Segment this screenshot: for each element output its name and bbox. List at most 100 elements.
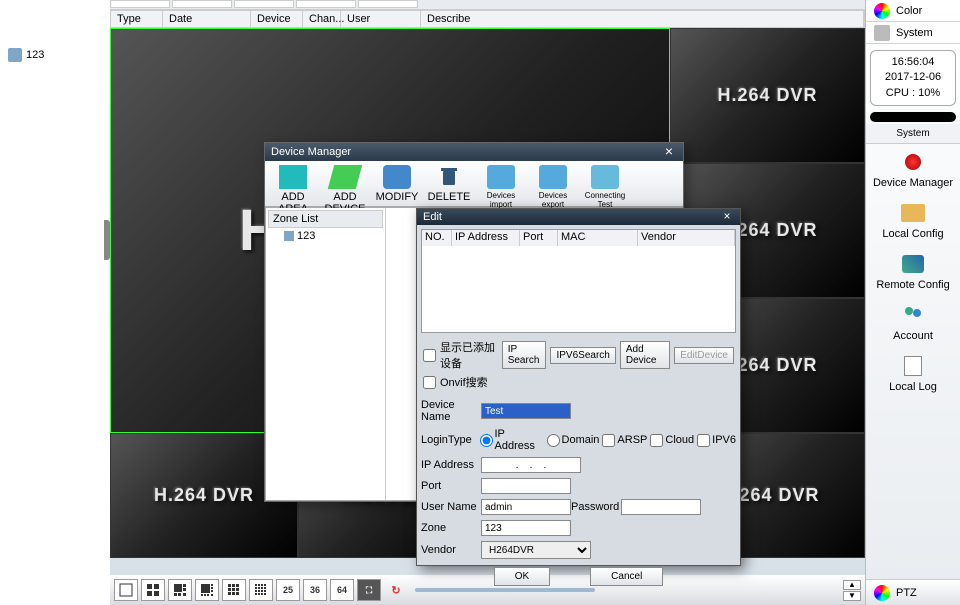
- vendor-label: Vendor: [421, 544, 481, 556]
- page-up-button[interactable]: ▲: [843, 580, 861, 590]
- export-icon: [539, 165, 567, 189]
- color-label: Color: [896, 5, 922, 17]
- dm-titlebar[interactable]: Device Manager ×: [265, 143, 683, 161]
- log-label: Local Log: [868, 381, 958, 393]
- video-cell[interactable]: H.264 DVR: [670, 28, 865, 163]
- add-device-button[interactable]: Add Device: [620, 341, 670, 369]
- zone-label: Zone: [421, 522, 481, 534]
- ip-address-input[interactable]: [481, 457, 581, 473]
- edit-device-button[interactable]: EditDevice: [674, 347, 734, 364]
- col-desc: Describe: [421, 11, 864, 27]
- view-9[interactable]: [222, 579, 246, 601]
- ptz-button[interactable]: PTZ: [866, 579, 960, 605]
- col-ip: IP Address: [452, 230, 520, 246]
- zone-icon: [284, 231, 294, 241]
- tab[interactable]: [358, 0, 418, 8]
- view-4[interactable]: [141, 579, 165, 601]
- account-button[interactable]: Account: [866, 297, 960, 348]
- tools-icon: [899, 252, 927, 276]
- system-button[interactable]: System: [866, 22, 960, 44]
- trash-icon: [435, 165, 463, 189]
- ip-search-button[interactable]: IP Search: [502, 341, 547, 369]
- color-button[interactable]: Color: [866, 0, 960, 22]
- import-icon: [487, 165, 515, 189]
- zone-item-label: 123: [297, 230, 315, 242]
- vendor-select[interactable]: H264DVR: [481, 541, 591, 559]
- login-cloud-check[interactable]: [650, 434, 663, 447]
- close-icon[interactable]: ×: [661, 145, 677, 159]
- view-6[interactable]: [168, 579, 192, 601]
- view-16[interactable]: [249, 579, 273, 601]
- show-added-label: 显示已添加设备: [440, 339, 498, 371]
- username-input[interactable]: [481, 499, 571, 515]
- view-64[interactable]: 64: [330, 579, 354, 601]
- view-1[interactable]: [114, 579, 138, 601]
- fullscreen-button[interactable]: ⛶: [357, 579, 381, 601]
- modify-button[interactable]: MODIFY: [371, 163, 423, 206]
- tree-node-label: 123: [26, 49, 44, 61]
- col-type: Type: [111, 11, 163, 27]
- col-vendor: Vendor: [638, 230, 735, 246]
- clock: 16:56:04 2017-12-06 CPU : 10%: [870, 50, 956, 106]
- page-down-button[interactable]: ▼: [843, 591, 861, 601]
- dm-label: Device Manager: [868, 177, 958, 189]
- view-8[interactable]: [195, 579, 219, 601]
- system-section-title: System: [866, 124, 960, 144]
- col-chan: Chan...: [303, 11, 341, 27]
- view-36[interactable]: 36: [303, 579, 327, 601]
- test-button[interactable]: Connecting Test: [579, 163, 631, 206]
- zone-item[interactable]: 123: [268, 228, 383, 244]
- add-area-button[interactable]: ADD AREA: [267, 163, 319, 206]
- cancel-button[interactable]: Cancel: [590, 567, 663, 586]
- delete-button[interactable]: DELETE: [423, 163, 475, 206]
- acc-label: Account: [868, 330, 958, 342]
- lc-label: Local Config: [868, 228, 958, 240]
- tab[interactable]: [172, 0, 232, 8]
- col-mac: MAC: [558, 230, 638, 246]
- tab[interactable]: [110, 0, 170, 8]
- zone-list-panel: Zone List 123: [266, 208, 386, 500]
- local-config-button[interactable]: Local Config: [866, 195, 960, 246]
- system-label: System: [896, 27, 933, 39]
- right-panel: Color System 16:56:04 2017-12-06 CPU : 1…: [865, 0, 960, 605]
- view-25[interactable]: 25: [276, 579, 300, 601]
- add-area-icon: [279, 165, 307, 189]
- login-arsp-check[interactable]: [602, 434, 615, 447]
- device-tree-panel: 123: [0, 0, 110, 605]
- ipv6-search-button[interactable]: IPV6Search: [550, 347, 615, 364]
- ok-button[interactable]: OK: [494, 567, 550, 586]
- add-device-icon: [328, 165, 362, 189]
- edit-titlebar[interactable]: Edit ×: [417, 209, 740, 225]
- onvif-label: Onvif搜索: [440, 374, 488, 390]
- device-manager-button[interactable]: Device Manager: [866, 144, 960, 195]
- password-input[interactable]: [621, 499, 701, 515]
- onvif-checkbox[interactable]: [423, 376, 436, 389]
- device-name-input[interactable]: [481, 403, 571, 419]
- close-icon[interactable]: ×: [720, 211, 734, 223]
- login-ip-radio[interactable]: [480, 434, 493, 447]
- show-added-checkbox[interactable]: [423, 349, 436, 362]
- zone-list-header: Zone List: [268, 210, 383, 228]
- port-input[interactable]: [481, 478, 571, 494]
- local-log-button[interactable]: Local Log: [866, 348, 960, 399]
- log-table-header: Type Date Device Chan... User Describe: [110, 10, 865, 28]
- record-icon: [899, 150, 927, 174]
- modify-icon: [383, 165, 411, 189]
- edit-window: Edit × NO. IP Address Port MAC Vendor 显示…: [416, 208, 741, 566]
- export-button[interactable]: Devices export: [527, 163, 579, 206]
- add-device-button[interactable]: ADD DEVICE: [319, 163, 371, 206]
- system-icon: [874, 25, 890, 41]
- tree-node[interactable]: 123: [6, 46, 104, 64]
- import-button[interactable]: Devices import: [475, 163, 527, 206]
- zone-input[interactable]: [481, 520, 571, 536]
- watermark: H.264 DVR: [154, 485, 254, 506]
- cycle-button[interactable]: ↻: [384, 579, 408, 601]
- logintype-label: LoginType: [421, 434, 477, 446]
- col-user: User: [341, 11, 421, 27]
- login-domain-radio[interactable]: [547, 434, 560, 447]
- login-ipv6-check[interactable]: [697, 434, 710, 447]
- tab[interactable]: [296, 0, 356, 8]
- col-port: Port: [520, 230, 558, 246]
- remote-config-button[interactable]: Remote Config: [866, 246, 960, 297]
- tab[interactable]: [234, 0, 294, 8]
